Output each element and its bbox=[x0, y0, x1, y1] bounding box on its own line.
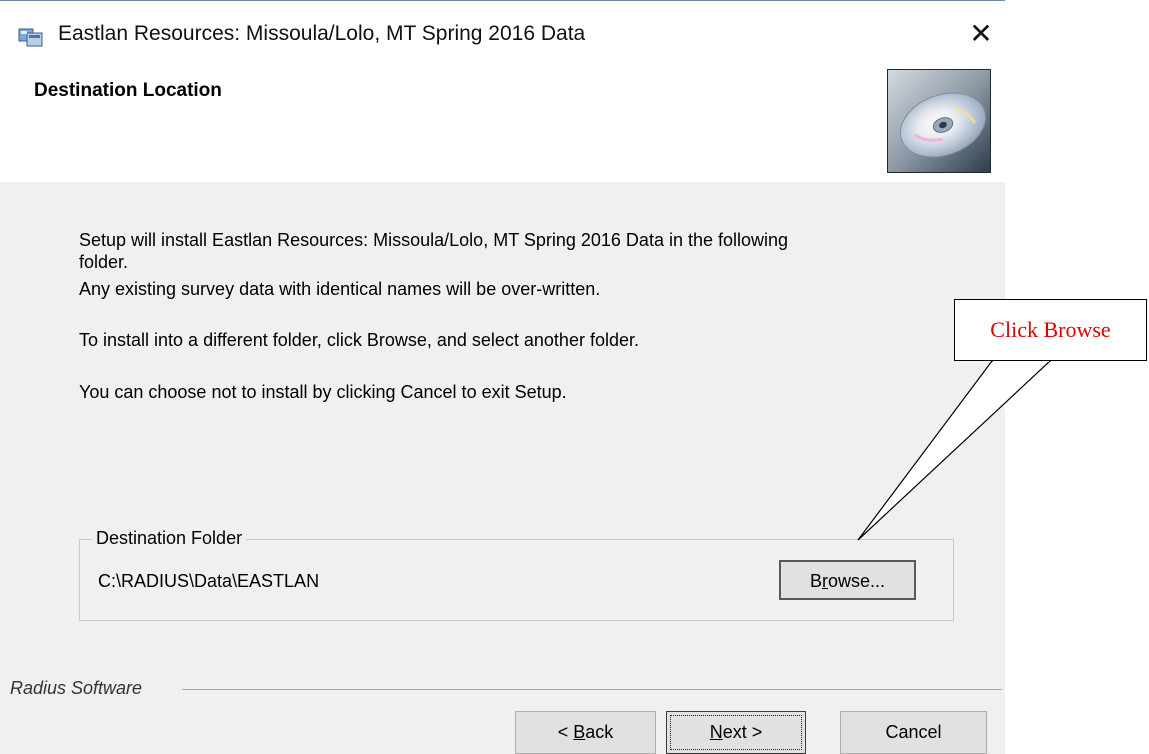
back-label-post: ack bbox=[585, 722, 614, 742]
cd-disc-icon bbox=[887, 69, 991, 173]
title-bar[interactable]: Eastlan Resources: Missoula/Lolo, MT Spr… bbox=[0, 1, 1005, 65]
brand-label: Radius Software bbox=[10, 678, 143, 698]
window-title: Eastlan Resources: Missoula/Lolo, MT Spr… bbox=[58, 22, 586, 45]
browse-label-pre: B bbox=[809, 571, 822, 591]
destination-folder-label: Destination Folder bbox=[92, 527, 247, 549]
setup-dialog: Eastlan Resources: Missoula/Lolo, MT Spr… bbox=[0, 0, 1005, 754]
destination-path: C:\RADIUS\Data\EASTLAN bbox=[98, 571, 320, 591]
focus-rectangle bbox=[670, 715, 802, 750]
overwrite-warning: Any existing survey data with identical … bbox=[79, 279, 601, 299]
close-icon[interactable]: ✕ bbox=[966, 18, 996, 50]
callout-box: Click Browse bbox=[954, 299, 1147, 361]
page-title: Destination Location bbox=[34, 80, 222, 101]
back-access-key: B bbox=[573, 722, 586, 742]
callout-text: Click Browse bbox=[990, 317, 1111, 342]
intro-line-1: Setup will install Eastlan Resources: Mi… bbox=[79, 230, 789, 250]
wizard-header: Destination Location bbox=[0, 65, 1005, 182]
cancel-instructions: You can choose not to install by clickin… bbox=[79, 382, 567, 402]
brand-divider bbox=[182, 689, 1002, 690]
next-button[interactable]: Next > bbox=[666, 711, 806, 754]
setup-app-icon bbox=[18, 28, 43, 47]
browse-button[interactable]: Browse... bbox=[779, 560, 916, 600]
intro-line-2: folder. bbox=[79, 252, 129, 272]
cancel-button[interactable]: Cancel bbox=[840, 711, 987, 754]
back-label-pre: < bbox=[557, 722, 574, 742]
wizard-body: Setup will install Eastlan Resources: Mi… bbox=[0, 182, 1005, 754]
browse-instructions: To install into a different folder, clic… bbox=[79, 330, 639, 350]
browse-label-post: owse... bbox=[827, 571, 886, 591]
back-button[interactable]: < Back bbox=[515, 711, 656, 754]
